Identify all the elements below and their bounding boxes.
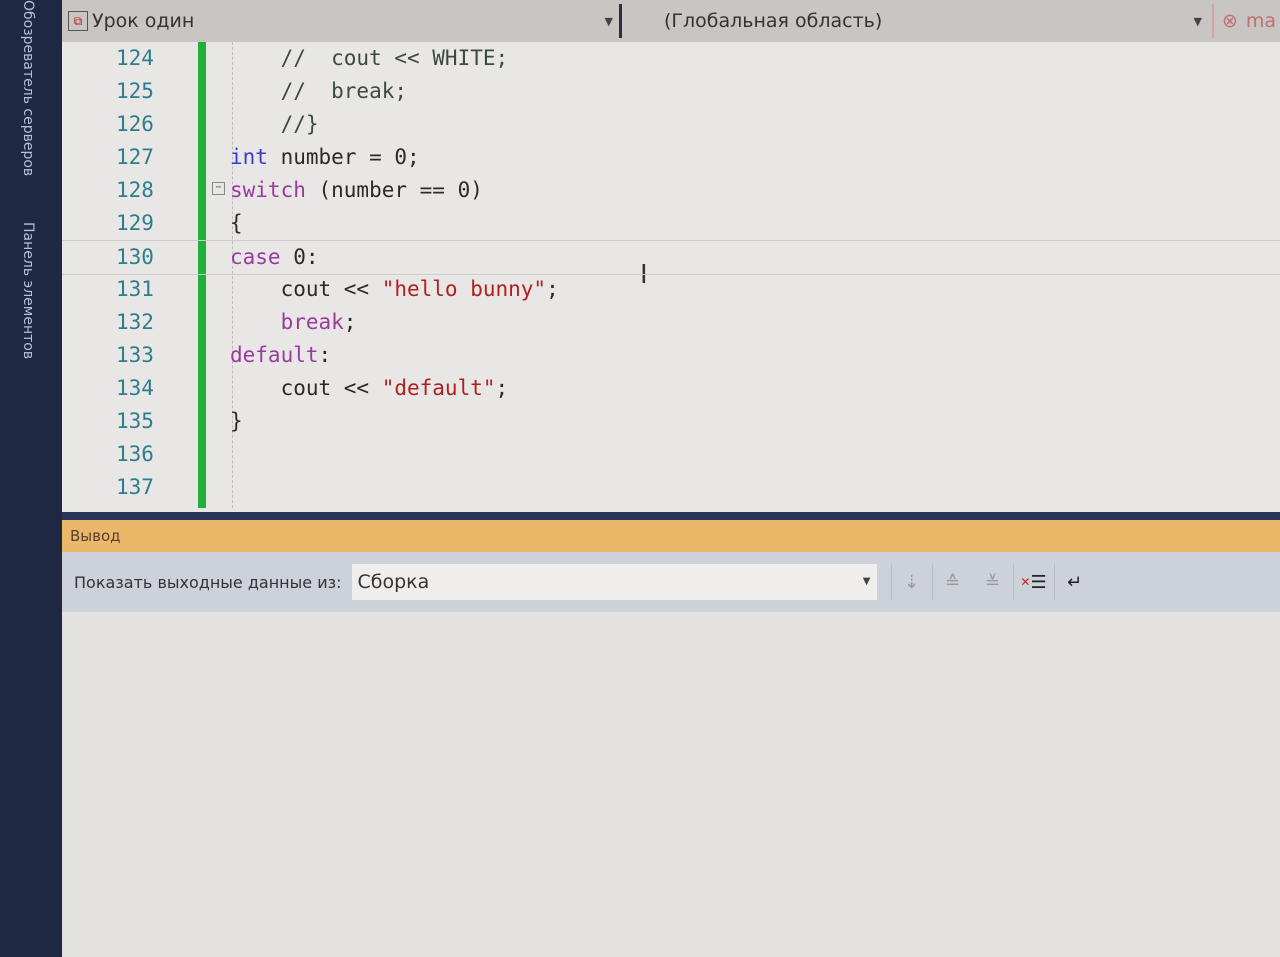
code-text: switch (number == 0): [230, 174, 483, 207]
code-line[interactable]: 124 // cout << WHITE;: [62, 42, 1280, 75]
code-text: default:: [230, 339, 331, 372]
code-token: "default": [381, 376, 496, 400]
code-token: "hello bunny": [381, 277, 547, 301]
scope-label: (Глобальная область): [664, 10, 883, 32]
code-line[interactable]: 128 − switch (number == 0): [62, 174, 1280, 207]
word-wrap-button[interactable]: ↵: [1053, 564, 1095, 600]
code-token: :: [318, 343, 332, 367]
project-dropdown[interactable]: ⧉ Урок один ▼: [62, 4, 622, 38]
go-to-location-button[interactable]: ⇣: [890, 564, 932, 600]
line-number: 131: [116, 277, 154, 301]
code-text: cout << "default";: [230, 372, 509, 405]
line-number: 136: [116, 442, 154, 466]
code-text: // cout << WHITE;: [230, 42, 509, 75]
code-line[interactable]: 135}: [62, 405, 1280, 438]
code-token: // cout << WHITE;: [230, 46, 509, 70]
show-output-label: Показать выходные данные из:: [74, 572, 342, 592]
code-text: {: [230, 207, 243, 240]
code-token: case: [230, 245, 281, 269]
code-line[interactable]: 133 default:: [62, 339, 1280, 372]
line-number: 137: [116, 475, 154, 499]
member-label: ma: [1245, 10, 1277, 32]
code-text: int number = 0;: [230, 141, 420, 174]
output-toolbar: Показать выходные данные из: Сборка ▼ ⇣ …: [62, 552, 1280, 612]
panel-splitter[interactable]: [62, 512, 1280, 520]
code-text: //}: [230, 108, 319, 141]
code-token: }: [230, 409, 243, 433]
line-number: 125: [116, 79, 154, 103]
member-dropdown[interactable]: ⊗ ma: [1212, 4, 1280, 38]
code-line[interactable]: 137: [62, 471, 1280, 504]
code-line[interactable]: 134 cout << "default";: [62, 372, 1280, 405]
line-number: 128: [116, 178, 154, 202]
code-token: default: [230, 343, 319, 367]
code-text: case 0:: [230, 241, 319, 274]
code-token: number = 0;: [267, 145, 420, 169]
line-number: 127: [116, 145, 154, 169]
output-panel-title: Вывод: [62, 520, 1280, 552]
code-token: ;: [495, 376, 509, 400]
navigation-bar: ⧉ Урок один ▼ (Глобальная область) ▼ ⊗ m…: [62, 0, 1280, 44]
code-token: break: [280, 310, 344, 334]
code-token: (number == 0): [305, 178, 483, 202]
tab-server-explorer[interactable]: Обозреватель серверов: [20, 0, 36, 176]
chevron-down-icon: ▼: [604, 14, 613, 28]
code-token: // break;: [230, 79, 408, 103]
code-token: {: [230, 211, 243, 235]
code-text: cout << "hello bunny";: [230, 273, 559, 306]
collapse-icon[interactable]: −: [212, 182, 225, 195]
line-number: 135: [116, 409, 154, 433]
line-number: 124: [116, 46, 154, 70]
code-text: // break;: [230, 75, 407, 108]
left-tool-strip: Обозреватель серверов Панель элементов: [0, 0, 62, 957]
code-text: break;: [230, 306, 357, 339]
code-line[interactable]: 129 {: [62, 207, 1280, 240]
chevron-down-icon: ▼: [1193, 14, 1202, 28]
output-source-select[interactable]: Сборка ▼: [351, 564, 877, 600]
code-token: ;: [546, 277, 559, 301]
project-label: Урок один: [92, 10, 195, 32]
code-token: //}: [230, 112, 319, 136]
code-line[interactable]: 136: [62, 438, 1280, 471]
member-icon: ⊗: [1222, 10, 1238, 32]
code-line[interactable]: 127 int number = 0;: [62, 141, 1280, 174]
code-line[interactable]: 132 break;: [62, 306, 1280, 339]
line-number: 130: [116, 245, 154, 269]
code-line[interactable]: 125 // break;: [62, 75, 1280, 108]
clear-all-button[interactable]: ✕ ☰: [1012, 564, 1054, 600]
line-number: 129: [116, 211, 154, 235]
code-token: cout <<: [230, 277, 382, 301]
code-editor[interactable]: I 124 // cout << WHITE; 125 // break; 126 …: [62, 42, 1280, 512]
output-source-value: Сборка: [357, 571, 430, 593]
scope-dropdown[interactable]: (Глобальная область) ▼: [628, 4, 1208, 38]
code-line[interactable]: 130 case 0:: [62, 240, 1280, 275]
output-text-area[interactable]: [62, 612, 1280, 957]
project-icon: ⧉: [68, 11, 88, 31]
chevron-down-icon: ▼: [862, 576, 871, 587]
code-line[interactable]: 131 cout << "hello bunny";: [62, 273, 1280, 306]
code-token: switch: [230, 178, 306, 202]
code-token: int: [230, 145, 268, 169]
line-number: 134: [116, 376, 154, 400]
code-token: cout <<: [230, 376, 382, 400]
previous-message-button[interactable]: ≙: [931, 564, 973, 600]
code-token: 0:: [280, 245, 319, 269]
line-number: 132: [116, 310, 154, 334]
code-text: }: [230, 405, 243, 438]
code-token: ;: [343, 310, 357, 334]
code-line[interactable]: 126 //}: [62, 108, 1280, 141]
line-number: 133: [116, 343, 154, 367]
tab-toolbox[interactable]: Панель элементов: [20, 222, 36, 359]
next-message-button[interactable]: ≚: [973, 564, 1013, 600]
line-number: 126: [116, 112, 154, 136]
